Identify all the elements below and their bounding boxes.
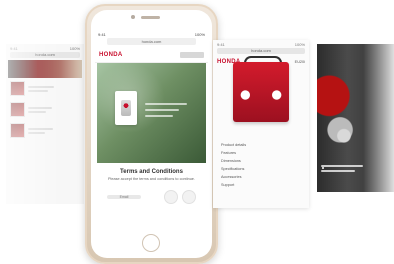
hero-banner <box>97 63 206 163</box>
left-url: honda.com <box>10 52 80 58</box>
promo-stage: 9:41 100% honda.com 9:41 100% honda.com … <box>0 0 394 264</box>
far-right-preview-panel <box>317 44 394 192</box>
right-status: 9:41 100% <box>213 40 309 48</box>
photo-caption <box>321 162 369 175</box>
spec-item: Product details <box>221 143 247 147</box>
spec-list: Product details Features Dimensions Spec… <box>221 143 301 191</box>
hero-product-card <box>115 91 137 125</box>
left-row-2 <box>6 99 84 120</box>
speaker-icon <box>141 16 160 19</box>
spec-item: Specifications <box>221 167 245 171</box>
phone-screen: 9:41 100% honda.com HONDA Terms and Cond… <box>95 31 208 228</box>
honda-logo: HONDA <box>99 51 123 58</box>
spec-item: Dimensions <box>221 159 241 163</box>
accept-button[interactable] <box>182 190 196 205</box>
left-row-3 <box>6 120 84 141</box>
left-hero <box>8 60 82 78</box>
hero-text-lines <box>145 99 195 121</box>
terms-title: Terms and Conditions <box>120 169 183 175</box>
left-thumb-3 <box>10 123 25 138</box>
phone-url-bar: honda.com <box>107 38 196 45</box>
terms-form-row: Email <box>107 190 196 205</box>
spec-item: Features <box>221 151 236 155</box>
right-status-battery: 100% <box>294 42 305 47</box>
left-preview-panel: 9:41 100% honda.com <box>6 44 84 204</box>
right-status-time: 9:41 <box>217 42 225 47</box>
left-status: 9:41 100% <box>6 44 84 52</box>
camera-icon <box>131 15 135 19</box>
generator-image <box>233 62 289 122</box>
right-url: honda.com <box>217 48 305 54</box>
left-thumb-1 <box>10 81 25 96</box>
left-status-time: 9:41 <box>10 46 18 51</box>
email-field[interactable]: Email <box>107 195 141 200</box>
brand-header: HONDA <box>95 47 208 63</box>
phone-status-battery: 100% <box>194 32 205 37</box>
main-phone: 9:41 100% honda.com HONDA Terms and Cond… <box>85 4 218 264</box>
left-lines-1 <box>28 84 54 94</box>
left-thumb-2 <box>10 102 25 117</box>
phone-status-time: 9:41 <box>98 32 106 37</box>
spec-item: Accessories <box>221 175 242 179</box>
home-button-icon[interactable] <box>142 234 160 252</box>
left-status-battery: 100% <box>69 46 80 51</box>
spec-item: Support <box>221 183 235 187</box>
right-model-label: EU20i <box>294 59 305 64</box>
left-lines-2 <box>28 105 52 115</box>
phone-status-bar: 9:41 100% <box>95 31 208 37</box>
decline-button[interactable] <box>164 190 178 205</box>
action-buttons <box>164 190 196 205</box>
terms-section: Terms and Conditions Please accept the t… <box>95 163 208 205</box>
right-preview-panel: 9:41 100% honda.com HONDA EU20i Product … <box>213 40 309 208</box>
header-tag <box>180 51 204 58</box>
terms-body: Please accept the terms and conditions t… <box>108 177 195 181</box>
left-lines-3 <box>28 126 53 136</box>
left-row-1 <box>6 78 84 99</box>
